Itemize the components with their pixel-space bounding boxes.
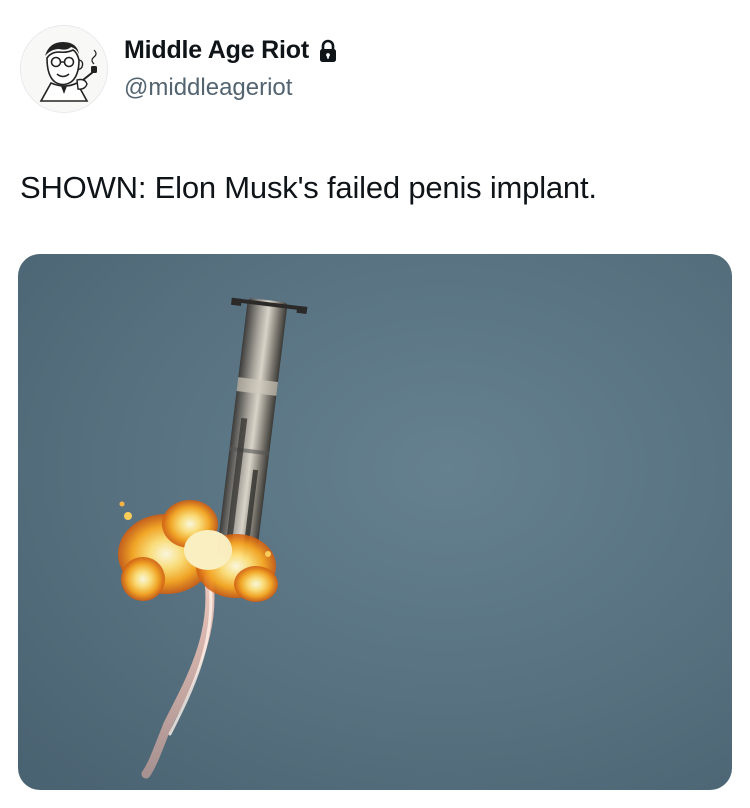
rocket-explosion-photo xyxy=(18,254,732,790)
display-name[interactable]: Middle Age Riot xyxy=(124,36,309,65)
display-name-row: Middle Age Riot xyxy=(124,36,339,65)
tweet-media-photo[interactable] xyxy=(18,254,732,790)
cartoon-man-with-pipe-icon xyxy=(21,26,107,112)
tweet-text: SHOWN: Elon Musk's failed penis implant. xyxy=(20,170,597,205)
tweet-card: Middle Age Riot @middleageriot SHOWN: El… xyxy=(0,0,750,808)
handle[interactable]: @middleageriot xyxy=(124,74,292,102)
avatar[interactable] xyxy=(20,25,108,113)
lock-icon xyxy=(317,39,339,63)
